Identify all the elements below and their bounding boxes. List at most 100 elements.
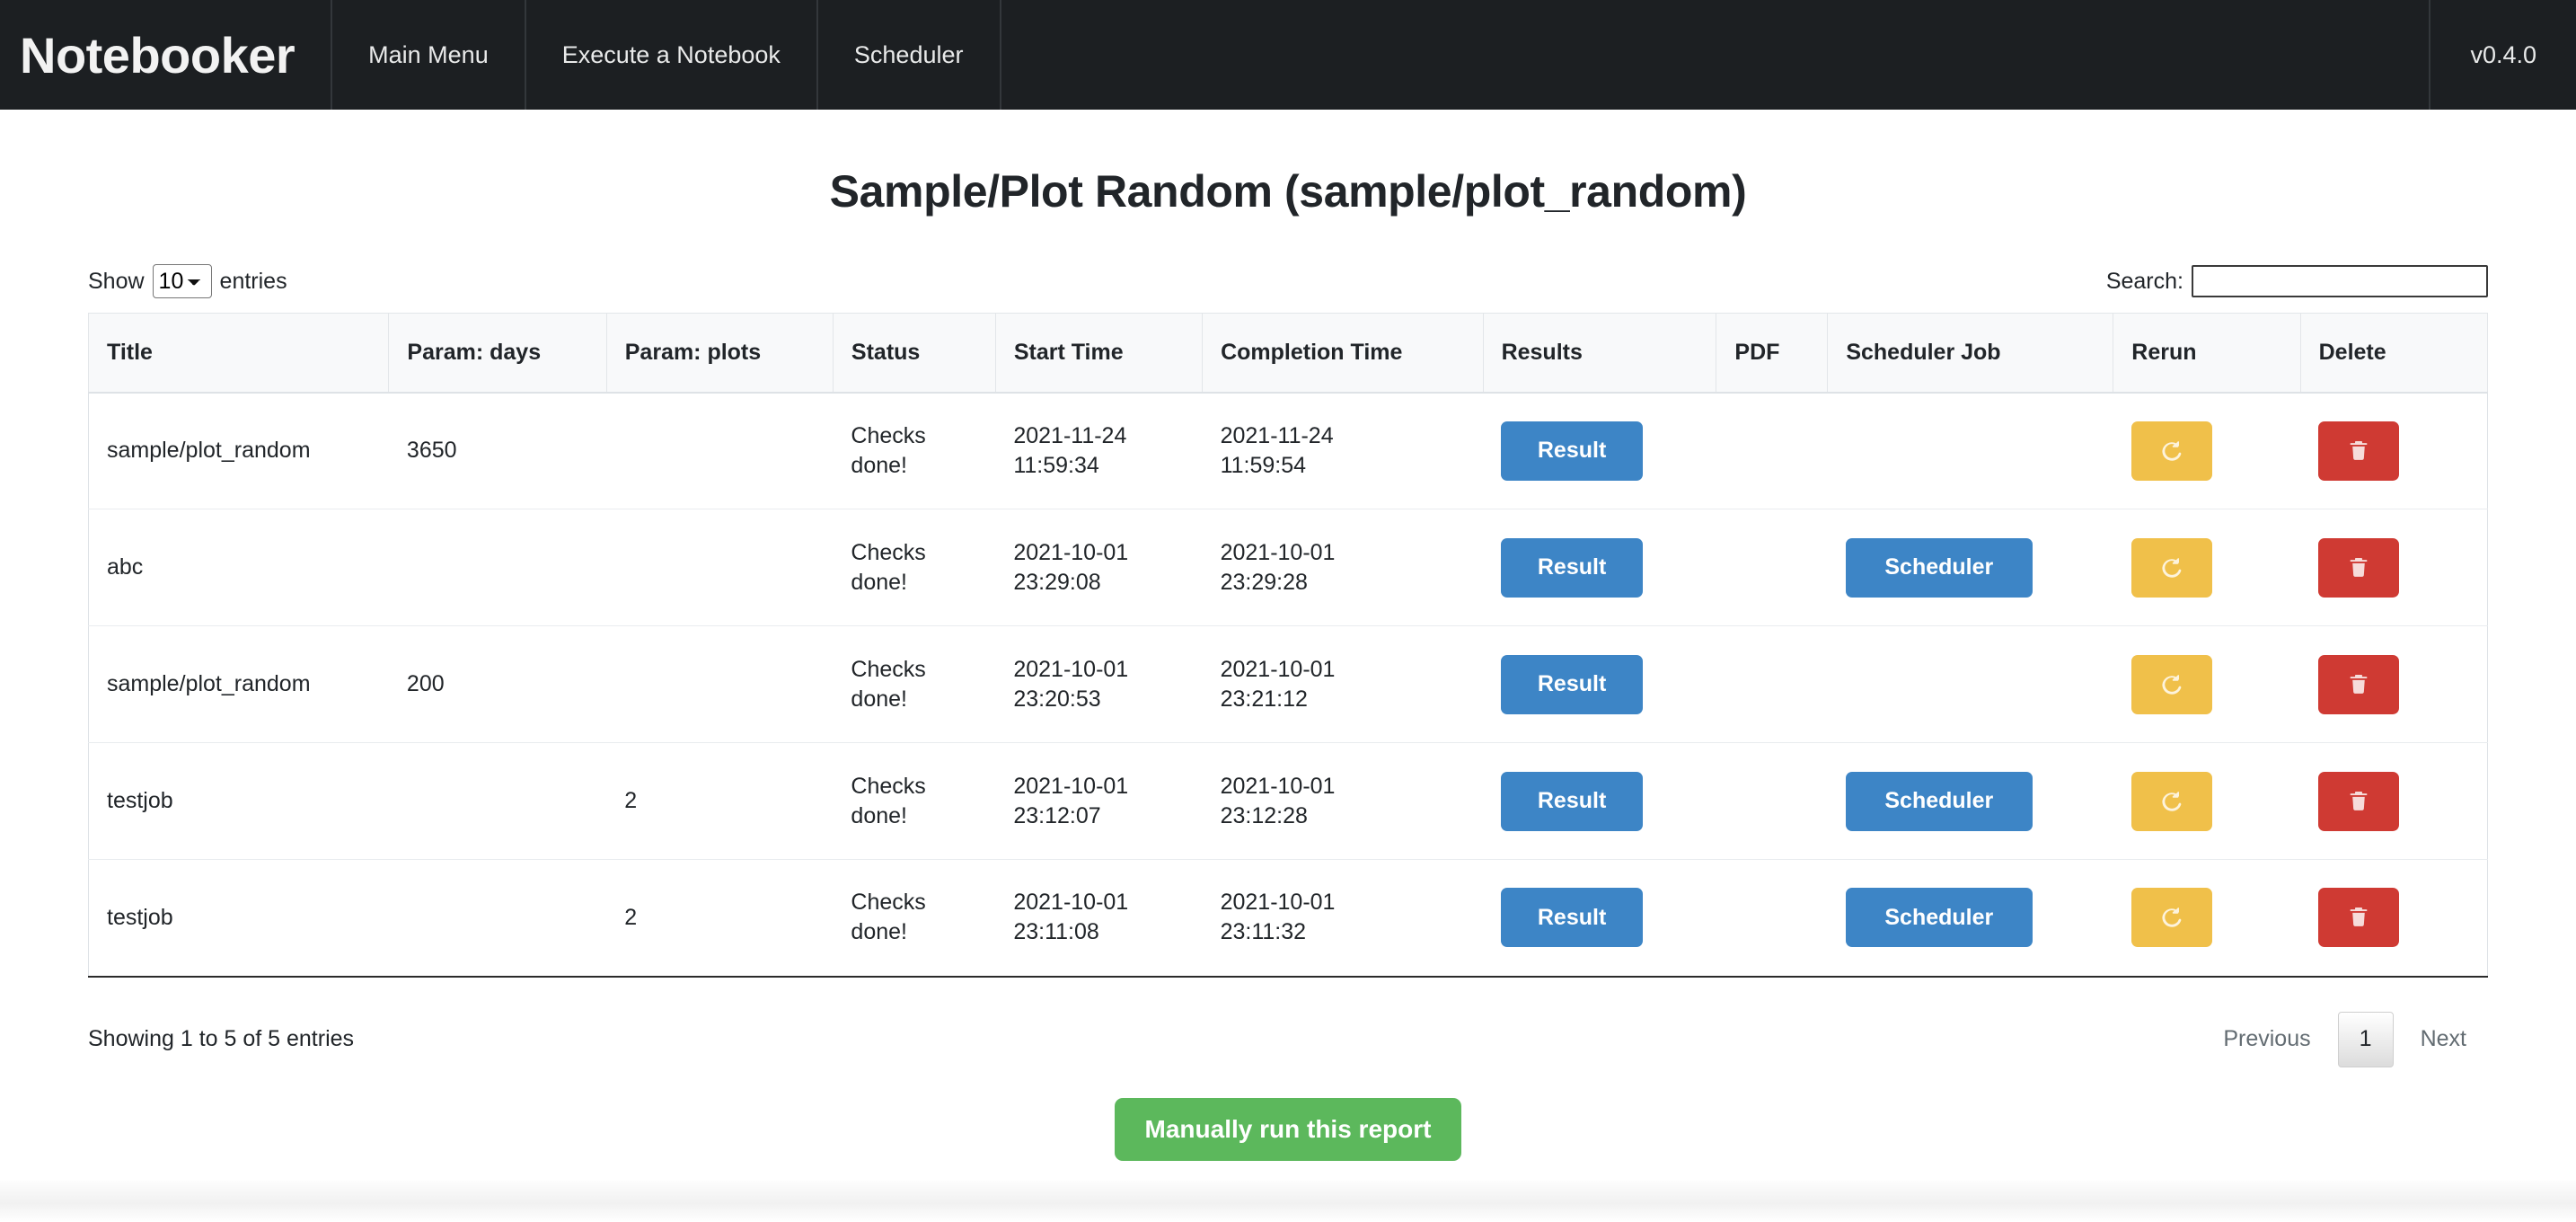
search-input[interactable] bbox=[2192, 265, 2488, 297]
scheduler-button[interactable]: Scheduler bbox=[1846, 888, 2033, 947]
row-completion-time-date: 2021-10-01 bbox=[1221, 772, 1465, 801]
nav-item-scheduler[interactable]: Scheduler bbox=[818, 0, 1001, 110]
cell-rerun bbox=[2113, 626, 2300, 743]
cell-param-days: 200 bbox=[389, 626, 606, 743]
cell-rerun bbox=[2113, 509, 2300, 626]
column-header-status[interactable]: Status bbox=[833, 314, 995, 393]
cell-results: Result bbox=[1483, 860, 1716, 977]
app-version-label: v0.4.0 bbox=[2430, 0, 2576, 110]
pagination-page-1[interactable]: 1 bbox=[2338, 1012, 2394, 1067]
delete-button[interactable] bbox=[2318, 538, 2399, 598]
result-button[interactable]: Result bbox=[1501, 538, 1643, 598]
cell-completion-time: 2021-10-0123:12:28 bbox=[1203, 743, 1483, 860]
table-row: sample/plot_random200Checksdone!2021-10-… bbox=[89, 626, 2488, 743]
trash-icon bbox=[2346, 438, 2371, 465]
row-start-time-clock: 23:12:07 bbox=[1013, 801, 1184, 831]
column-header-title[interactable]: Title bbox=[89, 314, 389, 393]
row-status-text: Checksdone! bbox=[851, 888, 977, 947]
nav-item-main-menu[interactable]: Main Menu bbox=[332, 0, 526, 110]
page-length-select[interactable]: 10 bbox=[153, 264, 212, 298]
row-completion-time-date: 2021-10-01 bbox=[1221, 538, 1465, 568]
column-header-completion-time[interactable]: Completion Time bbox=[1203, 314, 1483, 393]
cell-pdf bbox=[1716, 860, 1828, 977]
row-param-plots-text: 2 bbox=[624, 905, 637, 930]
rerun-button[interactable] bbox=[2131, 421, 2212, 481]
cell-start-time: 2021-11-2411:59:34 bbox=[995, 393, 1202, 509]
results-table: Title Param: days Param: plots Status St… bbox=[88, 313, 2488, 978]
cell-status: Checksdone! bbox=[833, 393, 995, 509]
result-button[interactable]: Result bbox=[1501, 421, 1643, 481]
cell-scheduler-job: Scheduler bbox=[1828, 860, 2113, 977]
row-completion-time-clock: 23:21:12 bbox=[1221, 685, 1465, 714]
navbar: Notebooker Main Menu Execute a Notebook … bbox=[0, 0, 2576, 110]
cell-completion-time: 2021-11-2411:59:54 bbox=[1203, 393, 1483, 509]
column-header-results[interactable]: Results bbox=[1483, 314, 1716, 393]
column-header-param-plots[interactable]: Param: plots bbox=[606, 314, 833, 393]
row-status-text: Checksdone! bbox=[851, 421, 977, 481]
row-title-text: abc bbox=[107, 554, 143, 580]
table-body: sample/plot_random3650Checksdone!2021-11… bbox=[89, 393, 2488, 977]
row-title-text: sample/plot_random bbox=[107, 438, 311, 463]
delete-button[interactable] bbox=[2318, 421, 2399, 481]
search-label: Search: bbox=[2106, 269, 2183, 295]
scheduler-button[interactable]: Scheduler bbox=[1846, 538, 2033, 598]
cell-scheduler-job: Scheduler bbox=[1828, 509, 2113, 626]
result-button[interactable]: Result bbox=[1501, 772, 1643, 831]
redo-icon bbox=[2158, 671, 2185, 698]
rerun-button[interactable] bbox=[2131, 772, 2212, 831]
cell-rerun bbox=[2113, 860, 2300, 977]
cell-scheduler-job bbox=[1828, 393, 2113, 509]
scheduler-button[interactable]: Scheduler bbox=[1846, 772, 2033, 831]
cell-results: Result bbox=[1483, 393, 1716, 509]
column-header-delete[interactable]: Delete bbox=[2300, 314, 2487, 393]
pagination-next[interactable]: Next bbox=[2399, 1012, 2488, 1067]
pagination: Previous 1 Next bbox=[2201, 1012, 2488, 1067]
trash-icon bbox=[2346, 788, 2371, 815]
row-start-time-date: 2021-11-24 bbox=[1013, 421, 1184, 451]
manually-run-report-button[interactable]: Manually run this report bbox=[1115, 1098, 1462, 1161]
cell-scheduler-job: Scheduler bbox=[1828, 743, 2113, 860]
row-completion-time-clock: 11:59:54 bbox=[1221, 451, 1465, 481]
table-row: testjob2Checksdone!2021-10-0123:12:07202… bbox=[89, 743, 2488, 860]
cell-delete bbox=[2300, 626, 2487, 743]
cell-param-plots bbox=[606, 509, 833, 626]
rerun-button[interactable] bbox=[2131, 538, 2212, 598]
delete-button[interactable] bbox=[2318, 655, 2399, 714]
result-button[interactable]: Result bbox=[1501, 655, 1643, 714]
column-header-scheduler-job[interactable]: Scheduler Job bbox=[1828, 314, 2113, 393]
row-status-text: Checksdone! bbox=[851, 655, 977, 714]
navbar-spacer bbox=[1001, 0, 2431, 110]
row-title-text: testjob bbox=[107, 788, 173, 813]
bottom-strip bbox=[0, 1181, 2576, 1222]
column-header-start-time[interactable]: Start Time bbox=[995, 314, 1202, 393]
column-header-param-days[interactable]: Param: days bbox=[389, 314, 606, 393]
column-header-rerun[interactable]: Rerun bbox=[2113, 314, 2300, 393]
cell-start-time: 2021-10-0123:20:53 bbox=[995, 626, 1202, 743]
rerun-button[interactable] bbox=[2131, 655, 2212, 714]
column-header-pdf[interactable]: PDF bbox=[1716, 314, 1828, 393]
pagination-previous[interactable]: Previous bbox=[2201, 1012, 2332, 1067]
nav-item-execute-a-notebook[interactable]: Execute a Notebook bbox=[526, 0, 818, 110]
cell-title: testjob bbox=[89, 743, 389, 860]
result-button[interactable]: Result bbox=[1501, 888, 1643, 947]
cell-title: abc bbox=[89, 509, 389, 626]
cell-results: Result bbox=[1483, 626, 1716, 743]
row-completion-time-clock: 23:12:28 bbox=[1221, 801, 1465, 831]
cell-delete bbox=[2300, 509, 2487, 626]
row-completion-time-date: 2021-10-01 bbox=[1221, 888, 1465, 917]
row-completion-time-date: 2021-11-24 bbox=[1221, 421, 1465, 451]
page-title: Sample/Plot Random (sample/plot_random) bbox=[0, 165, 2576, 217]
row-param-days-text: 200 bbox=[407, 671, 445, 696]
delete-button[interactable] bbox=[2318, 888, 2399, 947]
cell-results: Result bbox=[1483, 509, 1716, 626]
row-start-time-clock: 23:20:53 bbox=[1013, 685, 1184, 714]
cell-completion-time: 2021-10-0123:11:32 bbox=[1203, 860, 1483, 977]
delete-button[interactable] bbox=[2318, 772, 2399, 831]
row-completion-time-clock: 23:11:32 bbox=[1221, 917, 1465, 947]
cell-title: testjob bbox=[89, 860, 389, 977]
cell-delete bbox=[2300, 860, 2487, 977]
row-status-text: Checksdone! bbox=[851, 538, 977, 598]
cell-title: sample/plot_random bbox=[89, 393, 389, 509]
rerun-button[interactable] bbox=[2131, 888, 2212, 947]
brand-logo[interactable]: Notebooker bbox=[0, 0, 332, 110]
